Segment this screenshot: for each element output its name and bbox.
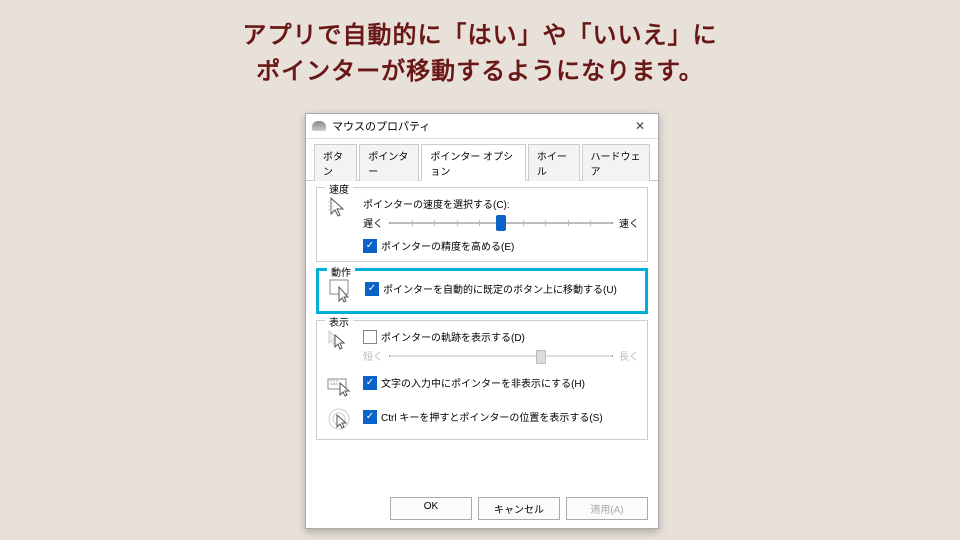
tabstrip: ボタン ポインター ポインター オプション ホイール ハードウェア: [306, 139, 658, 181]
headline-line1: アプリで自動的に「はい」や「いいえ」に: [243, 22, 718, 49]
trails-long-label: 長く: [619, 348, 639, 363]
group-display-label: 表示: [325, 314, 353, 329]
headline-line2: ポインターが移動するようになります。: [256, 58, 704, 85]
tab-hardware[interactable]: ハードウェア: [582, 144, 651, 181]
dialog-buttons: OK キャンセル 適用(A): [390, 497, 648, 520]
trails-slider: [389, 355, 613, 357]
apply-button[interactable]: 適用(A): [566, 497, 648, 520]
tab-wheel[interactable]: ホイール: [528, 144, 580, 181]
group-display: 表示 ポインターの軌跡を表示する(D) 短く 長く: [316, 320, 648, 440]
group-speed-label: 速度: [325, 181, 353, 196]
tab-buttons[interactable]: ボタン: [314, 144, 357, 181]
ctrl-locate-checkbox[interactable]: ✓: [363, 410, 377, 424]
speed-cursor-icon: [325, 196, 353, 220]
group-action-label: 動作: [327, 264, 355, 279]
close-button[interactable]: ✕: [628, 117, 652, 135]
trails-checkbox[interactable]: [363, 330, 377, 344]
tab-pointer-options[interactable]: ポインター オプション: [421, 144, 526, 181]
speed-slow-label: 遅く: [363, 215, 383, 230]
hide-typing-icon: [325, 373, 353, 397]
trails-label: ポインターの軌跡を表示する(D): [381, 329, 525, 344]
speed-caption: ポインターの速度を選択する(C):: [363, 196, 639, 211]
ok-button[interactable]: OK: [390, 497, 472, 520]
hide-typing-label: 文字の入力中にポインターを非表示にする(H): [381, 375, 585, 390]
speed-slider[interactable]: [389, 222, 613, 224]
snap-to-checkbox[interactable]: ✓: [365, 282, 379, 296]
group-speed: 速度 ポインターの速度を選択する(C): 遅く: [316, 187, 648, 262]
mouse-properties-dialog: マウスのプロパティ ✕ ボタン ポインター ポインター オプション ホイール ハ…: [305, 113, 659, 529]
mouse-icon: [312, 121, 326, 131]
enhance-precision-label: ポインターの精度を高める(E): [381, 238, 514, 253]
speed-fast-label: 速く: [619, 215, 639, 230]
trails-short-label: 短く: [363, 348, 383, 363]
trails-icon: [325, 329, 353, 353]
explanation-headline: アプリで自動的に「はい」や「いいえ」に ポインターが移動するようになります。: [0, 0, 960, 90]
titlebar: マウスのプロパティ ✕: [306, 114, 658, 139]
snap-to-label: ポインターを自動的に既定のボタン上に移動する(U): [383, 281, 617, 296]
enhance-precision-checkbox[interactable]: ✓: [363, 239, 377, 253]
ctrl-locate-label: Ctrl キーを押すとポインターの位置を表示する(S): [381, 409, 603, 424]
hide-typing-checkbox[interactable]: ✓: [363, 376, 377, 390]
ctrl-locate-icon: [325, 407, 353, 431]
snap-to-icon: [327, 279, 355, 303]
group-action: 動作 ✓ ポインターを自動的に既定のボタン上に移動する(U): [316, 268, 648, 314]
tab-pointers[interactable]: ポインター: [359, 144, 419, 181]
cancel-button[interactable]: キャンセル: [478, 497, 560, 520]
speed-slider-thumb[interactable]: [496, 215, 506, 231]
tab-content: 速度 ポインターの速度を選択する(C): 遅く: [306, 181, 658, 440]
dialog-title: マウスのプロパティ: [332, 118, 628, 134]
trails-slider-thumb: [536, 350, 546, 364]
